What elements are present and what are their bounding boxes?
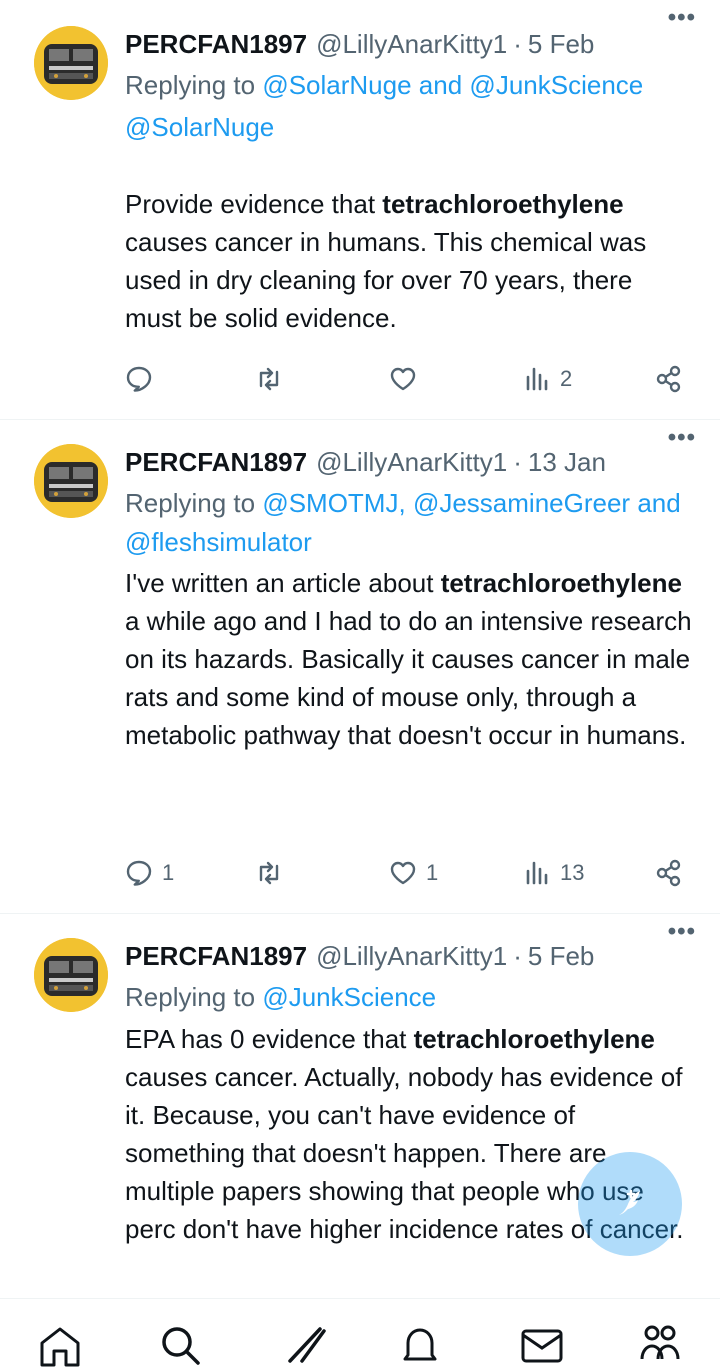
- replying-to: Replying to @JunkScience: [125, 978, 690, 1017]
- compose-button[interactable]: [578, 1152, 682, 1256]
- separator: ·: [513, 28, 522, 59]
- mention-link[interactable]: @JunkScience: [469, 70, 643, 100]
- tweet-header: PERCFAN1897 @LillyAnarKitty1 · 13 Jan: [125, 444, 710, 480]
- text-segment: Provide evidence that: [125, 189, 383, 219]
- text-segment: causes cancer in humans. This chemical w…: [125, 227, 647, 333]
- tweet-header: PERCFAN1897 @LillyAnarKitty1 · 5 Feb: [125, 938, 710, 974]
- share-button[interactable]: [654, 359, 684, 399]
- replying-prefix: Replying to: [125, 982, 256, 1012]
- highlighted-term: tetrachloroethylene: [440, 568, 682, 598]
- views-button[interactable]: 13: [522, 853, 584, 893]
- mention-link[interactable]: @JunkScience: [262, 982, 436, 1012]
- avatar-image: [34, 938, 108, 1012]
- tweet-actions: 2: [124, 359, 694, 399]
- highlighted-term: tetrachloroethylene: [382, 189, 624, 219]
- replying-joiner[interactable]: and: [419, 70, 462, 100]
- avatar[interactable]: [34, 26, 108, 100]
- text-segment: EPA has 0 evidence that: [125, 1024, 414, 1054]
- retweet-icon: [259, 367, 279, 391]
- reply-button[interactable]: 1: [124, 853, 174, 893]
- view-count: 2: [560, 366, 573, 391]
- more-options-icon[interactable]: •••: [668, 4, 696, 32]
- retweet-button[interactable]: [254, 853, 292, 893]
- nav-grok[interactable]: [282, 1321, 330, 1369]
- tweet-mention-line: @SolarNuge: [125, 108, 690, 147]
- user-handle[interactable]: @LillyAnarKitty1: [316, 29, 507, 60]
- retweet-button[interactable]: [254, 359, 292, 399]
- share-icon: [656, 365, 681, 393]
- views-icon: [526, 861, 548, 885]
- retweet-icon: [259, 861, 279, 885]
- nav-notifications[interactable]: [396, 1321, 444, 1369]
- notifications-icon: [403, 1328, 437, 1361]
- avatar-image: [34, 26, 108, 100]
- display-name[interactable]: PERCFAN1897: [125, 941, 307, 972]
- home-icon: [40, 1327, 80, 1367]
- view-count: 13: [560, 860, 585, 885]
- separator: ·: [513, 940, 522, 971]
- tweet[interactable]: PERCFAN1897 @LillyAnarKitty1 · 13 Jan ••…: [0, 420, 720, 914]
- replying-prefix: Replying to: [125, 70, 256, 100]
- like-button[interactable]: [388, 359, 426, 399]
- reply-icon: [126, 366, 152, 392]
- bottom-navigation: [0, 1298, 720, 1370]
- tweet-date[interactable]: 13 Jan: [528, 447, 606, 478]
- communities-icon: [640, 1325, 680, 1360]
- user-handle[interactable]: @LillyAnarKitty1: [316, 941, 507, 972]
- tweet-header: PERCFAN1897 @LillyAnarKitty1 · 5 Feb: [125, 26, 710, 62]
- mention-link[interactable]: @JessamineGreer: [413, 488, 630, 518]
- heart-icon: [390, 367, 416, 391]
- replying-to: Replying to @SolarNuge and @JunkScience: [125, 66, 690, 105]
- nav-search[interactable]: [156, 1321, 204, 1369]
- share-button[interactable]: [654, 853, 684, 893]
- reply-button[interactable]: [124, 359, 162, 399]
- replying-joiner[interactable]: and: [637, 488, 680, 518]
- user-handle[interactable]: @LillyAnarKitty1: [316, 447, 507, 478]
- tweet-date[interactable]: 5 Feb: [528, 29, 595, 60]
- more-options-icon[interactable]: •••: [668, 918, 696, 946]
- replying-joiner: ,: [398, 488, 406, 518]
- separator: ·: [513, 446, 522, 477]
- views-icon: [526, 367, 548, 391]
- compose-icon: [619, 1189, 640, 1215]
- nav-home[interactable]: [36, 1321, 84, 1369]
- reply-icon: [126, 860, 152, 886]
- like-button[interactable]: 1: [388, 853, 438, 893]
- nav-messages[interactable]: [518, 1321, 566, 1369]
- more-options-icon[interactable]: •••: [668, 424, 696, 452]
- avatar[interactable]: [34, 938, 108, 1012]
- avatar-image: [34, 444, 108, 518]
- replying-to: Replying to @SMOTMJ, @JessamineGreer and…: [125, 484, 690, 562]
- nav-communities[interactable]: [636, 1321, 684, 1369]
- avatar[interactable]: [34, 444, 108, 518]
- mention-link[interactable]: @SolarNuge: [125, 112, 274, 142]
- highlighted-term: tetrachloroethylene: [413, 1024, 655, 1054]
- views-button[interactable]: 2: [522, 359, 572, 399]
- heart-icon: [390, 861, 416, 885]
- tweet-actions: 1 1 13: [124, 853, 694, 893]
- messages-icon: [521, 1329, 563, 1363]
- reply-count: 1: [162, 860, 175, 885]
- tweet-text: Provide evidence that tetrachloroethylen…: [125, 185, 692, 337]
- display-name[interactable]: PERCFAN1897: [125, 447, 307, 478]
- mention-link[interactable]: @fleshsimulator: [125, 527, 312, 557]
- tweet-date[interactable]: 5 Feb: [528, 941, 595, 972]
- tweet-text: I've written an article about tetrachlor…: [125, 564, 692, 754]
- tweet[interactable]: PERCFAN1897 @LillyAnarKitty1 · 5 Feb •••…: [0, 0, 720, 420]
- like-count: 1: [426, 860, 439, 885]
- share-icon: [656, 859, 681, 887]
- text-segment: I've written an article about: [125, 568, 441, 598]
- grok-icon: [288, 1327, 326, 1363]
- text-segment: a while ago and I had to do an intensive…: [125, 606, 692, 750]
- mention-link[interactable]: @SMOTMJ: [262, 488, 398, 518]
- display-name[interactable]: PERCFAN1897: [125, 29, 307, 60]
- mention-link[interactable]: @SolarNuge: [262, 70, 411, 100]
- replying-prefix: Replying to: [125, 488, 256, 518]
- search-icon: [162, 1327, 200, 1365]
